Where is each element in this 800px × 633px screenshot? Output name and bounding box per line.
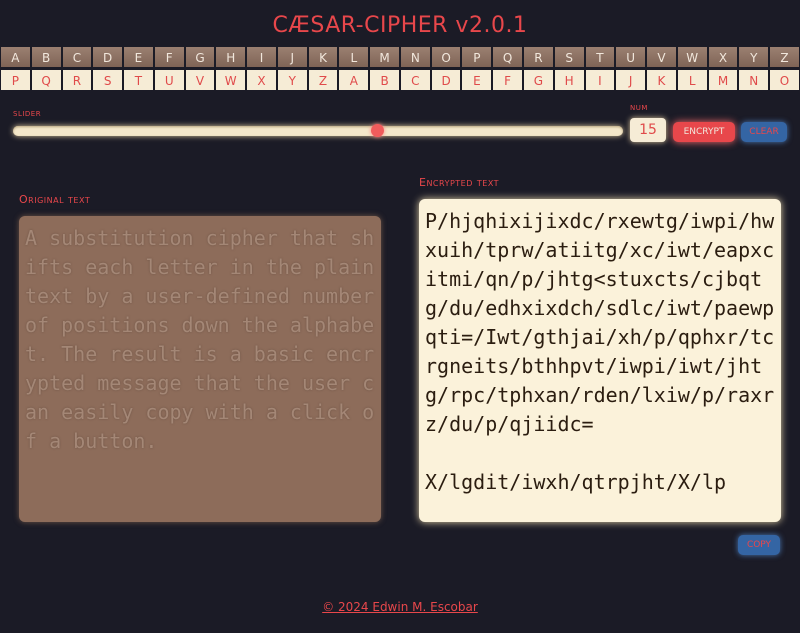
cipher-letter-cell: I bbox=[584, 69, 616, 91]
plain-letter-cell: U bbox=[615, 46, 647, 68]
cipher-letter-cell: D bbox=[430, 69, 462, 91]
encrypt-button[interactable]: ENCRYPT bbox=[673, 122, 735, 142]
plain-letter-cell: Q bbox=[492, 46, 524, 68]
plain-letter-cell: O bbox=[430, 46, 462, 68]
copy-button[interactable]: COPY bbox=[738, 535, 780, 555]
plain-letter-cell: D bbox=[92, 46, 124, 68]
cipher-letter-cell: X bbox=[246, 69, 277, 91]
plain-letter-cell: C bbox=[61, 46, 93, 68]
plain-letter-cell: I bbox=[246, 46, 277, 68]
plain-letter-cell: E bbox=[123, 46, 154, 68]
encrypted-text-area[interactable]: P/hjqhixijixdc/rxewtg/iwpi/hwxuih/tprw/a… bbox=[419, 199, 781, 522]
plain-letter-cell: S bbox=[553, 46, 585, 68]
cipher-letter-cell: U bbox=[153, 69, 185, 91]
plain-letter-cell: W bbox=[676, 46, 708, 68]
footer-credit-link[interactable]: © 2024 Edwin M. Escobar bbox=[0, 600, 800, 614]
cipher-letter-cell: C bbox=[399, 69, 431, 91]
plain-letter-cell: V bbox=[646, 46, 677, 68]
cipher-letter-cell: G bbox=[523, 69, 554, 91]
plain-alphabet-row: ABCDEFGHIJKLMNOPQRSTUVWXYZ bbox=[0, 46, 800, 68]
plain-letter-cell: R bbox=[523, 46, 554, 68]
cipher-letter-cell: M bbox=[707, 69, 739, 91]
cipher-letter-cell: N bbox=[738, 69, 770, 91]
plain-letter-cell: L bbox=[338, 46, 370, 68]
cipher-letter-cell: T bbox=[123, 69, 154, 91]
cipher-alphabet-row: PQRSTUVWXYZABCDEFGHIJKLMNO bbox=[0, 69, 800, 91]
cipher-letter-cell: Y bbox=[276, 69, 308, 91]
plain-letter-cell: G bbox=[184, 46, 216, 68]
shift-number-input[interactable]: 15 bbox=[630, 118, 666, 142]
cipher-letter-cell: Z bbox=[307, 69, 339, 91]
plain-letter-cell: P bbox=[461, 46, 493, 68]
plain-letter-cell: A bbox=[0, 46, 31, 68]
cipher-letter-cell: L bbox=[676, 69, 708, 91]
cipher-letter-cell: S bbox=[92, 69, 124, 91]
cipher-letter-cell: Q bbox=[30, 69, 62, 91]
plain-letter-cell: N bbox=[399, 46, 431, 68]
plain-letter-cell: K bbox=[307, 46, 339, 68]
plain-letter-cell: H bbox=[215, 46, 247, 68]
cipher-letter-cell: E bbox=[461, 69, 493, 91]
plain-letter-cell: T bbox=[584, 46, 616, 68]
plain-letter-cell: F bbox=[153, 46, 185, 68]
cipher-letter-cell: F bbox=[492, 69, 524, 91]
plain-letter-cell: B bbox=[30, 46, 62, 68]
num-label: num bbox=[630, 102, 648, 113]
encrypted-text-label: Encrypted text bbox=[419, 176, 500, 189]
shift-slider[interactable] bbox=[13, 126, 623, 136]
plain-letter-cell: M bbox=[369, 46, 400, 68]
cipher-letter-cell: W bbox=[215, 69, 247, 91]
plain-letter-cell: J bbox=[276, 46, 308, 68]
cipher-letter-cell: J bbox=[615, 69, 647, 91]
cipher-letter-cell: O bbox=[769, 69, 800, 91]
cipher-letter-cell: R bbox=[61, 69, 93, 91]
plain-letter-cell: Y bbox=[738, 46, 770, 68]
slider-label: slider bbox=[13, 108, 42, 119]
app-title: CÆSAR-CIPHER v2.0.1 bbox=[272, 13, 528, 38]
cipher-letter-cell: P bbox=[0, 69, 31, 91]
cipher-letter-cell: B bbox=[369, 69, 400, 91]
cipher-letter-cell: A bbox=[338, 69, 370, 91]
cipher-letter-cell: H bbox=[553, 69, 585, 91]
original-text-label: Original text bbox=[19, 193, 91, 206]
plain-letter-cell: X bbox=[707, 46, 739, 68]
original-text-area[interactable]: A substitution cipher that shifts each l… bbox=[19, 216, 381, 522]
plain-letter-cell: Z bbox=[769, 46, 800, 68]
clear-button[interactable]: CLEAR bbox=[741, 122, 787, 142]
cipher-letter-cell: K bbox=[646, 69, 677, 91]
cipher-letter-cell: V bbox=[184, 69, 216, 91]
